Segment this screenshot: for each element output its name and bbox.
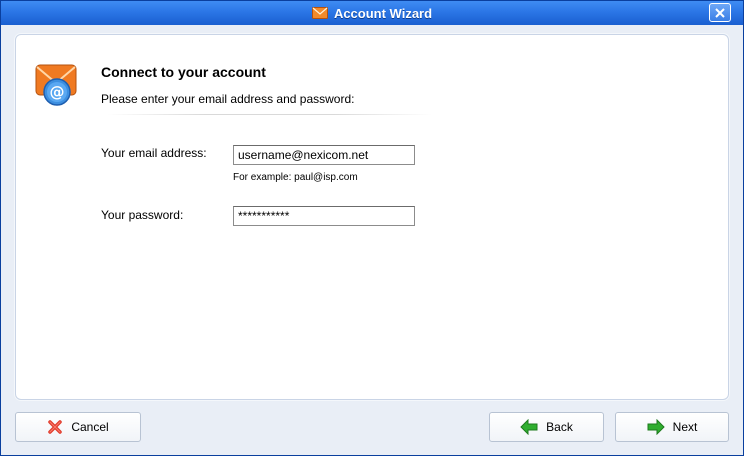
page-subheading: Please enter your email address and pass… [101, 92, 355, 106]
header-divider [107, 114, 432, 115]
account-wizard-window: Account Wizard @ Connect to your account… [0, 0, 744, 456]
cancel-label: Cancel [71, 420, 109, 434]
email-at-icon: @ [35, 64, 77, 106]
envelope-icon [311, 7, 328, 19]
title-bar[interactable]: Account Wizard [1, 1, 743, 25]
window-title: Account Wizard [333, 5, 433, 21]
cancel-icon [48, 420, 63, 434]
svg-text:@: @ [50, 83, 65, 101]
next-arrow-icon [647, 419, 665, 435]
cancel-button[interactable]: Cancel [15, 412, 141, 442]
wizard-content-panel: @ Connect to your account Please enter y… [15, 34, 729, 400]
password-label: Your password: [101, 208, 184, 222]
back-button[interactable]: Back [489, 412, 604, 442]
close-button[interactable] [709, 3, 731, 22]
back-label: Back [546, 420, 573, 434]
next-label: Next [672, 420, 698, 434]
back-arrow-icon [520, 419, 538, 435]
close-icon [715, 7, 725, 18]
email-field[interactable] [233, 145, 415, 165]
page-heading: Connect to your account [101, 64, 266, 80]
email-hint: For example: paul@isp.com [233, 172, 358, 183]
password-field[interactable] [233, 206, 415, 226]
next-button[interactable]: Next [615, 412, 729, 442]
email-label: Your email address: [101, 146, 207, 160]
